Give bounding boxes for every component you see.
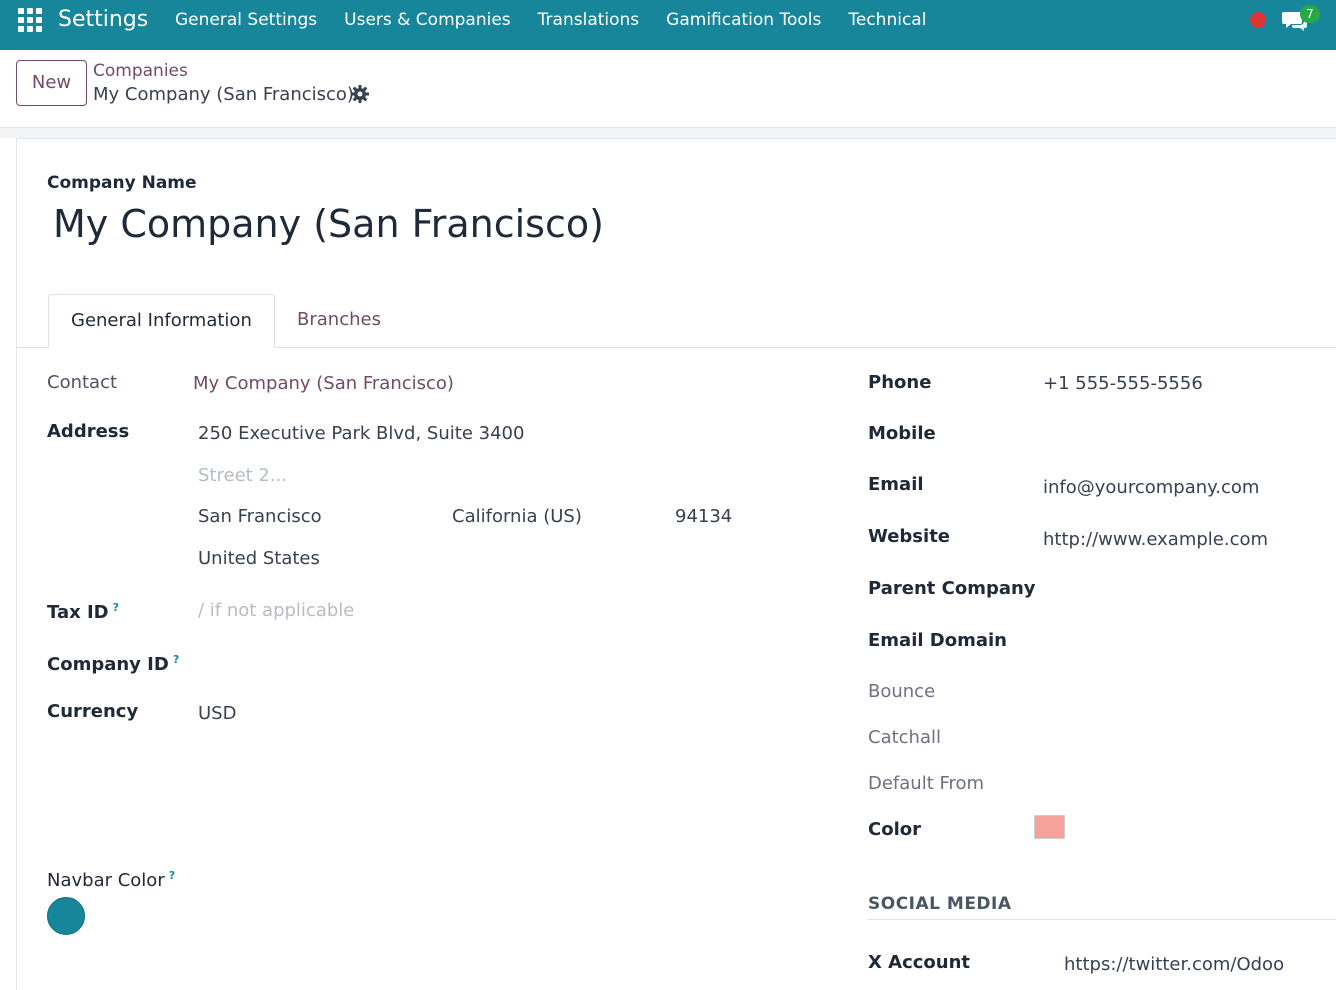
state-field[interactable]: California (US) [452, 505, 582, 529]
street2-field[interactable]: Street 2... [198, 464, 287, 488]
phone-field[interactable]: +1 555-555-5556 [1043, 372, 1203, 396]
currency-label: Currency [47, 701, 139, 722]
parent-company-label: Parent Company [868, 578, 1036, 599]
content-background [0, 128, 1336, 138]
menu-translations[interactable]: Translations [538, 9, 640, 31]
contact-label: Contact [47, 372, 118, 393]
menu-users-companies[interactable]: Users & Companies [344, 9, 511, 31]
breadcrumb-current: My Company (San Francisco) [93, 84, 354, 105]
street-field[interactable]: 250 Executive Park Blvd, Suite 3400 [198, 422, 524, 446]
help-icon[interactable]: ? [169, 869, 175, 882]
color-label: Color [868, 819, 921, 840]
currency-field[interactable]: USD [198, 702, 236, 726]
gear-icon[interactable] [350, 84, 370, 104]
color-swatch[interactable] [1034, 815, 1065, 839]
tab-general-information[interactable]: General Information [48, 294, 275, 348]
email-field[interactable]: info@yourcompany.com [1043, 476, 1259, 500]
help-icon[interactable]: ? [113, 601, 119, 614]
x-account-label: X Account [868, 952, 971, 973]
menu-gamification-tools[interactable]: Gamification Tools [666, 9, 821, 31]
menu-general-settings[interactable]: General Settings [175, 9, 317, 31]
help-icon[interactable]: ? [173, 653, 179, 666]
bounce-label: Bounce [868, 681, 936, 702]
email-label: Email [868, 474, 924, 495]
tax-id-field[interactable]: / if not applicable [198, 599, 354, 623]
section-divider [868, 919, 1336, 920]
tax-id-label: Tax ID? [47, 601, 120, 623]
email-domain-label: Email Domain [868, 630, 1007, 651]
control-panel: New Companies My Company (San Francisco) [0, 50, 1336, 128]
navbar-color-label: Navbar Color? [47, 869, 176, 891]
chat-count-badge: 7 [1300, 5, 1320, 23]
navbar-color-swatch[interactable] [47, 897, 85, 935]
zip-field[interactable]: 94134 [675, 505, 732, 529]
address-label: Address [47, 421, 130, 442]
social-media-title: SOCIAL MEDIA [868, 894, 1012, 914]
apps-menu-icon[interactable] [18, 8, 42, 32]
tab-branches[interactable]: Branches [275, 294, 403, 348]
mobile-label: Mobile [868, 423, 936, 444]
menu-technical[interactable]: Technical [848, 9, 926, 31]
x-account-field[interactable]: https://twitter.com/Odoo [1064, 953, 1284, 977]
status-dot-icon[interactable] [1250, 12, 1266, 28]
contact-link[interactable]: My Company (San Francisco) [193, 372, 454, 396]
phone-label: Phone [868, 372, 932, 393]
top-navbar: Settings General Settings Users & Compan… [0, 0, 1336, 50]
app-name[interactable]: Settings [58, 6, 148, 34]
breadcrumb-companies[interactable]: Companies [93, 60, 188, 82]
city-field[interactable]: San Francisco [198, 505, 322, 529]
company-id-label: Company ID? [47, 653, 180, 675]
catchall-label: Catchall [868, 727, 941, 748]
website-label: Website [868, 526, 951, 547]
company-name-label: Company Name [47, 173, 197, 193]
default-from-label: Default From [868, 773, 985, 794]
company-name-field[interactable]: My Company (San Francisco) [53, 200, 604, 248]
country-field[interactable]: United States [198, 547, 320, 571]
new-button[interactable]: New [16, 60, 87, 106]
main-menu: General Settings Users & Companies Trans… [175, 9, 953, 31]
website-field[interactable]: http://www.example.com [1043, 528, 1268, 552]
